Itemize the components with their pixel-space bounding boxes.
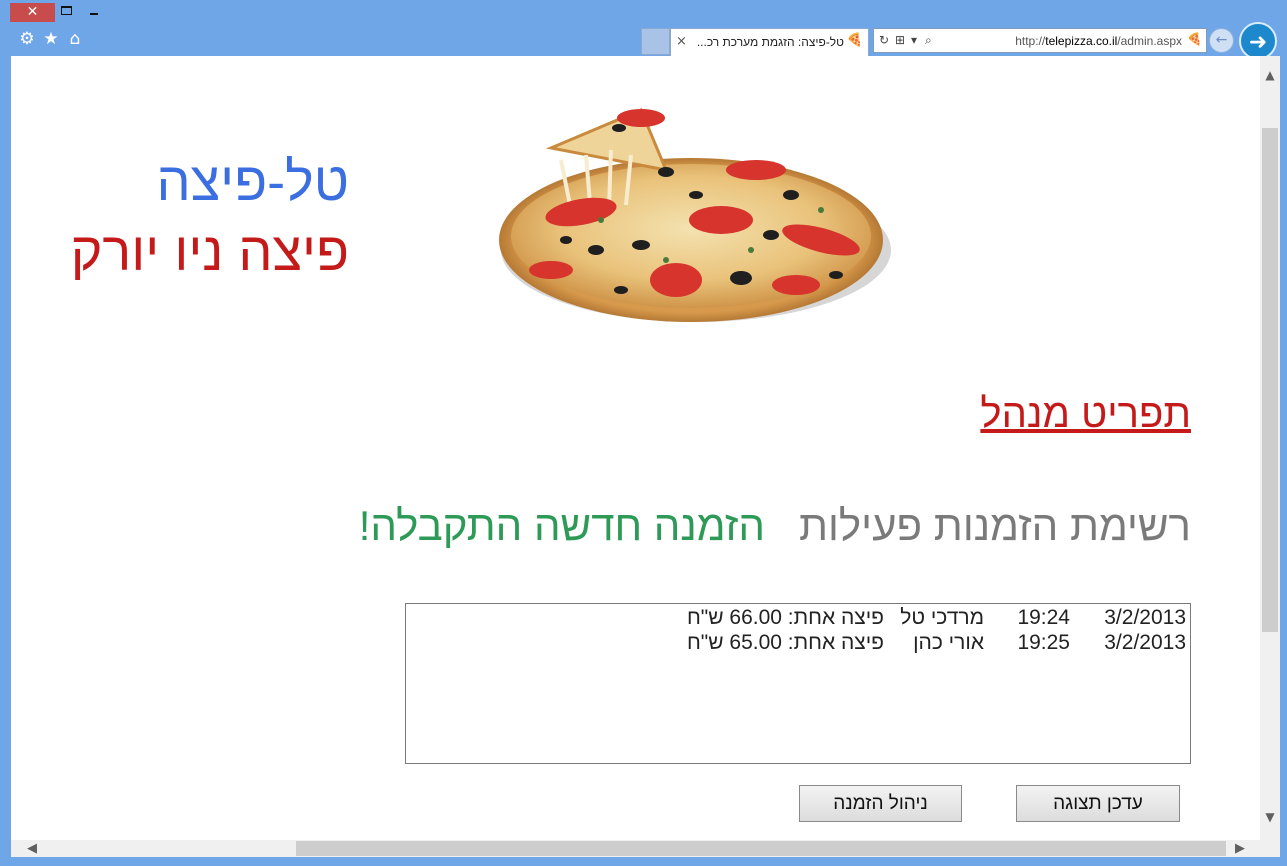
pizza-favicon-icon: 🍕 bbox=[846, 33, 863, 48]
gear-icon[interactable]: ⚙ bbox=[17, 29, 37, 49]
url-path: /admin.aspx bbox=[1117, 34, 1182, 48]
browser-tab[interactable]: × טל-פיצה: הזגמת מערכת רכ... 🍕 bbox=[670, 28, 869, 56]
order-customer: אורי כהן bbox=[913, 631, 984, 654]
window-close-button[interactable]: ✕ bbox=[10, 3, 55, 22]
page-viewport: טל-פיצה פיצה ניו יורק תפריט מנהל רשימת ה… bbox=[11, 56, 1260, 840]
order-customer: מרדכי טל bbox=[900, 606, 984, 629]
url-prefix: http:// bbox=[1015, 34, 1046, 48]
order-date: 3/2/2013 bbox=[1104, 606, 1186, 629]
scroll-right-icon[interactable]: ▶ bbox=[1231, 840, 1249, 857]
list-item[interactable]: 3/2/2013 19:24 מרדכי טל פיצה אחת: 66.00 … bbox=[406, 606, 1186, 630]
brand-subtitle: פיצה ניו יורק bbox=[70, 222, 349, 282]
home-icon[interactable]: ⌂ bbox=[65, 29, 85, 49]
refresh-icon[interactable]: ↻ bbox=[879, 33, 889, 47]
order-date: 3/2/2013 bbox=[1104, 631, 1186, 654]
orders-listbox[interactable]: 3/2/2013 19:24 מרדכי טל פיצה אחת: 66.00 … bbox=[405, 603, 1191, 764]
order-time: 19:24 bbox=[1017, 606, 1070, 629]
tab-close-icon[interactable]: × bbox=[676, 34, 687, 49]
manage-order-button[interactable]: ניהול הזמנה bbox=[799, 785, 962, 822]
star-icon[interactable]: ★ bbox=[41, 29, 61, 49]
vertical-scroll-thumb[interactable] bbox=[1262, 128, 1278, 632]
pizza-image bbox=[499, 108, 891, 322]
url-text[interactable]: http://telepizza.co.il/admin.aspx bbox=[940, 34, 1182, 48]
back-button[interactable]: ← bbox=[1209, 28, 1234, 53]
forward-button[interactable]: ➜ bbox=[1239, 22, 1277, 60]
window-maximize-button[interactable] bbox=[61, 6, 72, 15]
brand-title: טל-פיצה bbox=[156, 152, 349, 212]
vertical-scrollbar[interactable]: ▲ ▼ bbox=[1260, 56, 1280, 840]
horizontal-scrollbar[interactable]: ◀ ▶ bbox=[11, 840, 1260, 857]
new-tab-button[interactable] bbox=[641, 28, 670, 55]
address-bar[interactable]: ↻ ⊞ ▾ ⌕ http://telepizza.co.il/admin.asp… bbox=[873, 28, 1207, 53]
search-icon[interactable]: ⌕ bbox=[925, 33, 932, 48]
horizontal-scroll-thumb[interactable] bbox=[296, 841, 1226, 856]
url-host: telepizza.co.il bbox=[1045, 34, 1118, 48]
window-minimize-button[interactable] bbox=[90, 13, 98, 15]
active-orders-heading: רשימת הזמנות פעילות bbox=[798, 502, 1191, 549]
order-description: פיצה אחת: 66.00 ש"ח bbox=[686, 606, 884, 629]
pizza-favicon-icon: 🍕 bbox=[1187, 32, 1202, 46]
order-time: 19:25 bbox=[1017, 631, 1070, 654]
list-item[interactable]: 3/2/2013 19:25 אורי כהן פיצה אחת: 65.00 … bbox=[406, 631, 1186, 655]
order-description: פיצה אחת: 65.00 ש"ח bbox=[686, 631, 884, 654]
admin-menu-link[interactable]: תפריט מנהל bbox=[980, 392, 1191, 437]
refresh-display-button[interactable]: עדכן תצוגה bbox=[1016, 785, 1180, 822]
new-order-alert: הזמנה חדשה התקבלה! bbox=[358, 502, 765, 549]
orders-heading-row: רשימת הזמנות פעילות הזמנה חדשה התקבלה! bbox=[359, 502, 1191, 550]
scrollbar-corner bbox=[1260, 840, 1280, 857]
scroll-down-icon[interactable]: ▼ bbox=[1260, 808, 1280, 826]
scroll-left-icon[interactable]: ◀ bbox=[23, 840, 41, 857]
tab-title: טל-פיצה: הזגמת מערכת רכ... bbox=[696, 35, 844, 49]
scroll-up-icon[interactable]: ▲ bbox=[1260, 66, 1280, 84]
compatibility-view-icon[interactable]: ⊞ bbox=[895, 33, 905, 47]
chevron-down-icon[interactable]: ▾ bbox=[911, 33, 917, 47]
